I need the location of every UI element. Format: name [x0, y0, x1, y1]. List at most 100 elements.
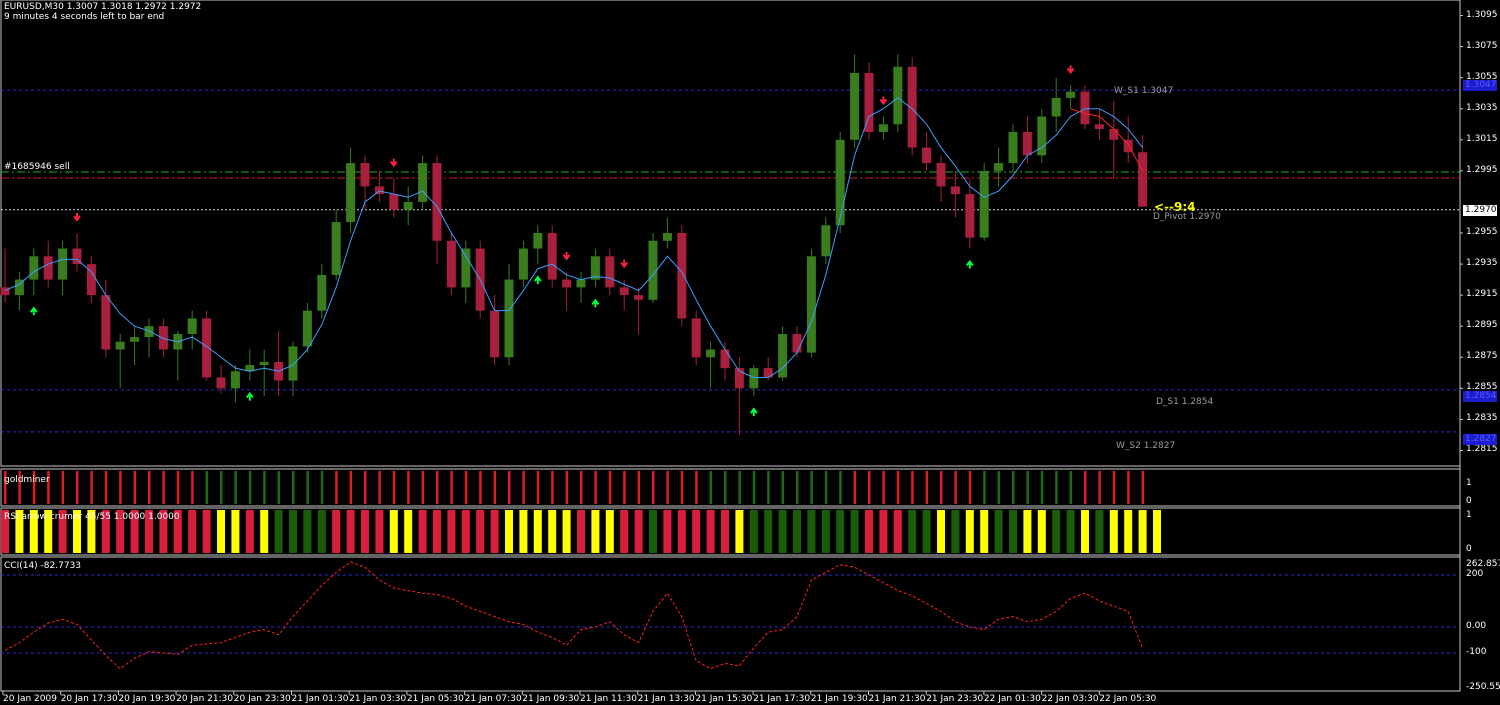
- sell-arrow-icon: [620, 259, 628, 269]
- candle-body: [619, 287, 629, 296]
- rsi-bar: [332, 510, 341, 553]
- goldminer-bar: [882, 471, 885, 504]
- goldminer-bar: [148, 471, 151, 504]
- goldminer-bar: [1055, 471, 1058, 504]
- sell-arrow-icon: [390, 158, 398, 168]
- rsi-bar: [793, 510, 801, 553]
- buy-arrow-icon: [534, 275, 542, 285]
- candle-body: [605, 256, 615, 288]
- price-axis-label: 1.2835: [1466, 413, 1498, 424]
- price-axis-label: 1.2815: [1466, 444, 1498, 455]
- chart-canvas[interactable]: [0, 0, 1500, 705]
- goldminer-scale-top: 1: [1466, 478, 1472, 488]
- rsi-bar: [245, 510, 254, 553]
- rsi-bar: [361, 510, 369, 553]
- time-axis-label: 21 Jan 15:30: [695, 694, 753, 704]
- time-axis-label: 22 Jan 01:30: [983, 694, 1041, 704]
- time-axis-label: 21 Jan 07:30: [464, 694, 522, 704]
- goldminer-bar: [983, 471, 986, 504]
- rsi-bar: [217, 510, 225, 553]
- candle-body: [331, 222, 341, 275]
- time-axis-label: 20 Jan 17:30: [60, 694, 118, 704]
- goldminer-bar: [594, 471, 597, 504]
- candle-body: [518, 248, 528, 280]
- candle-body: [389, 194, 399, 210]
- goldminer-bar: [738, 471, 741, 504]
- candle-body: [216, 377, 226, 389]
- sell-arrow-icon: [879, 96, 888, 106]
- candle-body: [43, 256, 53, 280]
- candle-body: [101, 295, 111, 350]
- goldminer-bar: [824, 471, 828, 504]
- candle-body: [288, 346, 298, 381]
- price-axis-label: 1.2915: [1466, 289, 1498, 300]
- time-axis-label: 21 Jan 01:30: [291, 694, 349, 704]
- time-axis-label: 21 Jan 21:30: [868, 694, 926, 704]
- goldminer-bar: [868, 471, 871, 504]
- price-axis-label: 1.3095: [1466, 9, 1498, 20]
- candle-body: [547, 233, 557, 280]
- rsi-bar: [836, 510, 845, 553]
- goldminer-bar: [608, 471, 612, 504]
- time-axis-label: 20 Jan 21:30: [176, 694, 234, 704]
- candle-body: [1109, 128, 1119, 140]
- goldminer-bar: [666, 471, 669, 504]
- candle-body: [706, 349, 716, 358]
- candle-body: [922, 147, 932, 164]
- goldminer-bar: [767, 471, 770, 504]
- rsi-bar: [721, 510, 729, 553]
- rsi-bar: [1095, 510, 1104, 553]
- rsi-bar: [706, 510, 715, 553]
- cci-title: CCI(14) -82.7733: [4, 561, 82, 571]
- time-axis-label: 21 Jan 23:30: [926, 694, 984, 704]
- sell-arrow-icon: [562, 251, 571, 261]
- goldminer-bar: [248, 471, 252, 504]
- goldminer-bar: [464, 471, 468, 504]
- goldminer-bar: [781, 471, 785, 504]
- goldminer-bar: [940, 471, 943, 504]
- goldminer-bar: [436, 471, 439, 504]
- goldminer-bar: [277, 471, 281, 504]
- rsi-bar: [980, 510, 989, 553]
- goldminer-bar: [695, 471, 698, 504]
- buy-arrow-icon: [966, 259, 974, 269]
- candle-body: [792, 333, 802, 353]
- goldminer-bar: [536, 471, 540, 504]
- goldminer-pane-frame: [0, 468, 1461, 507]
- candle-body: [187, 318, 197, 334]
- level-dpivot-label: D_Pivot 1.2970: [1153, 212, 1221, 222]
- goldminer-bar: [450, 471, 453, 504]
- time-axis-label: 22 Jan 05:30: [1099, 694, 1157, 704]
- goldminer-bar: [335, 471, 338, 504]
- rsi-bar: [908, 510, 917, 553]
- candle-body: [979, 170, 989, 238]
- rsi-bar: [1138, 510, 1147, 553]
- symbol-ohlc-header: EURUSD,M30 1.3007 1.3018 1.2972 1.2972: [4, 2, 202, 12]
- goldminer-bar: [551, 471, 554, 504]
- candle-body: [202, 318, 212, 378]
- candle-body: [634, 295, 644, 300]
- candle-body: [115, 341, 125, 350]
- time-axis-label: 21 Jan 19:30: [810, 694, 868, 704]
- rsi-bar: [447, 510, 456, 553]
- goldminer-bar: [1026, 471, 1029, 504]
- bar-timer: 9 minutes 4 seconds left to bar end: [4, 12, 165, 22]
- rsi-bar: [1037, 510, 1046, 553]
- rsi-bar: [749, 510, 758, 553]
- goldminer-bar: [724, 471, 727, 504]
- goldminer-scale-bottom: 0: [1466, 496, 1472, 506]
- candle-body: [259, 361, 269, 366]
- goldminer-bar: [392, 471, 396, 504]
- goldminer-bar: [508, 471, 511, 504]
- goldminer-bar: [76, 471, 79, 504]
- price-axis-label: 1.2995: [1466, 164, 1498, 175]
- level-dpivot-price-box: 1.2970: [1463, 205, 1497, 216]
- time-axis-label: 21 Jan 13:30: [637, 694, 695, 704]
- level-ws2-price-box: 1.2827: [1463, 434, 1497, 445]
- goldminer-bar: [104, 471, 108, 504]
- candle-body: [0, 287, 10, 296]
- rsi-bar: [620, 510, 629, 553]
- time-axis-label: 20 Jan 2009: [3, 694, 57, 704]
- rsi-bar: [188, 510, 197, 553]
- goldminer-bar: [479, 471, 482, 504]
